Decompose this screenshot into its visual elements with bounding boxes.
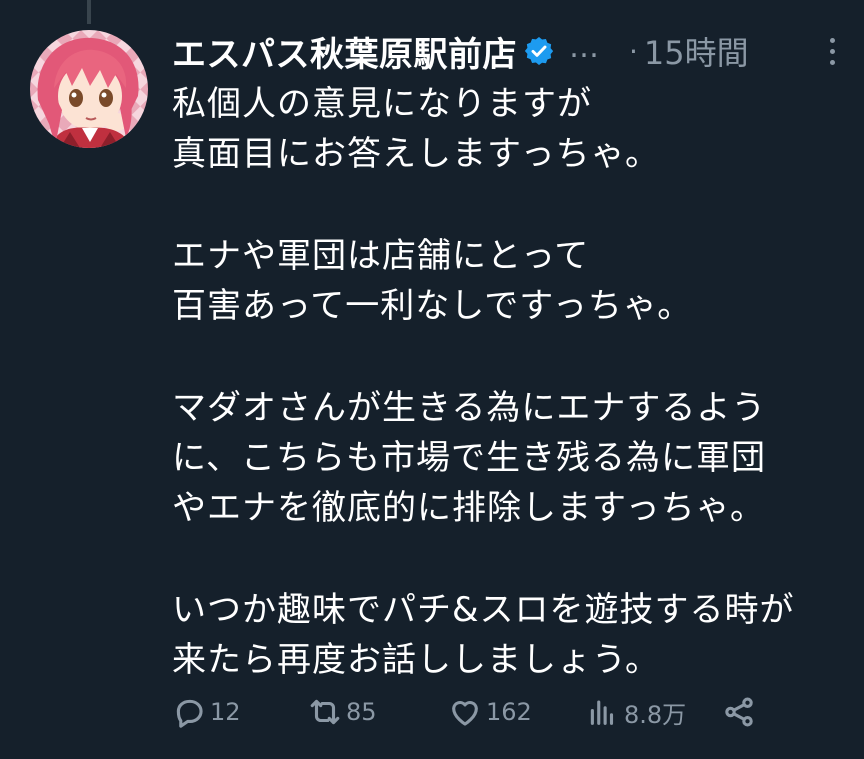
more-icon[interactable] bbox=[820, 31, 844, 71]
views-icon bbox=[590, 700, 614, 725]
tweet-text: 私個人の意見になりますが 真面目にお答えしますっちゃ。 エナや軍団は店舗にとって… bbox=[172, 79, 852, 737]
verified-badge-icon bbox=[524, 37, 554, 65]
retweet-icon bbox=[310, 699, 340, 725]
like-icon bbox=[452, 700, 478, 726]
text-line: 百害あって一利なしですっちゃ。 bbox=[172, 286, 693, 326]
text-line: やエナを徹底的に排除しますっちゃ。 bbox=[172, 488, 765, 528]
thread-line bbox=[87, 0, 91, 24]
views-count: 8.8万 bbox=[624, 700, 687, 729]
like-button[interactable]: 162 bbox=[448, 690, 532, 734]
reply-button[interactable]: 12 bbox=[172, 690, 241, 734]
paragraph: 私個人の意見になりますが 真面目にお答えしますっちゃ。 bbox=[172, 79, 852, 179]
separator-dot: · bbox=[629, 34, 638, 68]
like-count: 162 bbox=[486, 698, 532, 726]
text-line: 来たら再度お話ししましょう。 bbox=[172, 640, 660, 680]
display-name[interactable]: エスパス秋葉原駅前店 bbox=[172, 27, 517, 76]
text-line: に、こちらも市場で生き残る為に軍団 bbox=[172, 438, 766, 478]
paragraph: エナや軍団は店舗にとって 百害あって一利なしですっちゃ。 bbox=[172, 231, 852, 331]
share-icon bbox=[725, 697, 753, 727]
share-button[interactable] bbox=[722, 690, 756, 734]
text-line: 私個人の意見になりますが bbox=[172, 84, 592, 124]
text-line: エナや軍団は店舗にとって bbox=[172, 236, 590, 276]
retweet-count: 85 bbox=[346, 698, 377, 726]
text-line: 真面目にお答えしますっちゃ。 bbox=[172, 134, 660, 174]
action-bar: 12 85 162 8.8万 bbox=[172, 690, 772, 734]
text-line: マダオさんが生きる為にエナするよう bbox=[172, 388, 767, 428]
paragraph: マダオさんが生きる為にエナするよう に、こちらも市場で生き残る為に軍団 やエナを… bbox=[172, 383, 852, 533]
timestamp[interactable]: 15時間 bbox=[644, 28, 749, 74]
reply-count: 12 bbox=[210, 698, 241, 726]
tweet-header: エスパス秋葉原駅前店 … · 15時間 bbox=[172, 26, 844, 76]
text-line: いつか趣味でパチ&スロを遊技する時が bbox=[172, 590, 795, 630]
tweet[interactable]: エスパス秋葉原駅前店 … · 15時間 私個人の意見になりますが 真面目にお答え… bbox=[0, 0, 864, 759]
paragraph: いつか趣味でパチ&スロを遊技する時が 来たら再度お話ししましょう。 bbox=[172, 585, 852, 685]
retweet-button[interactable]: 85 bbox=[308, 690, 377, 734]
avatar[interactable] bbox=[30, 30, 148, 148]
views-button[interactable]: 8.8万 bbox=[586, 690, 686, 734]
name-truncation: … bbox=[569, 30, 599, 65]
reply-icon bbox=[176, 699, 203, 728]
